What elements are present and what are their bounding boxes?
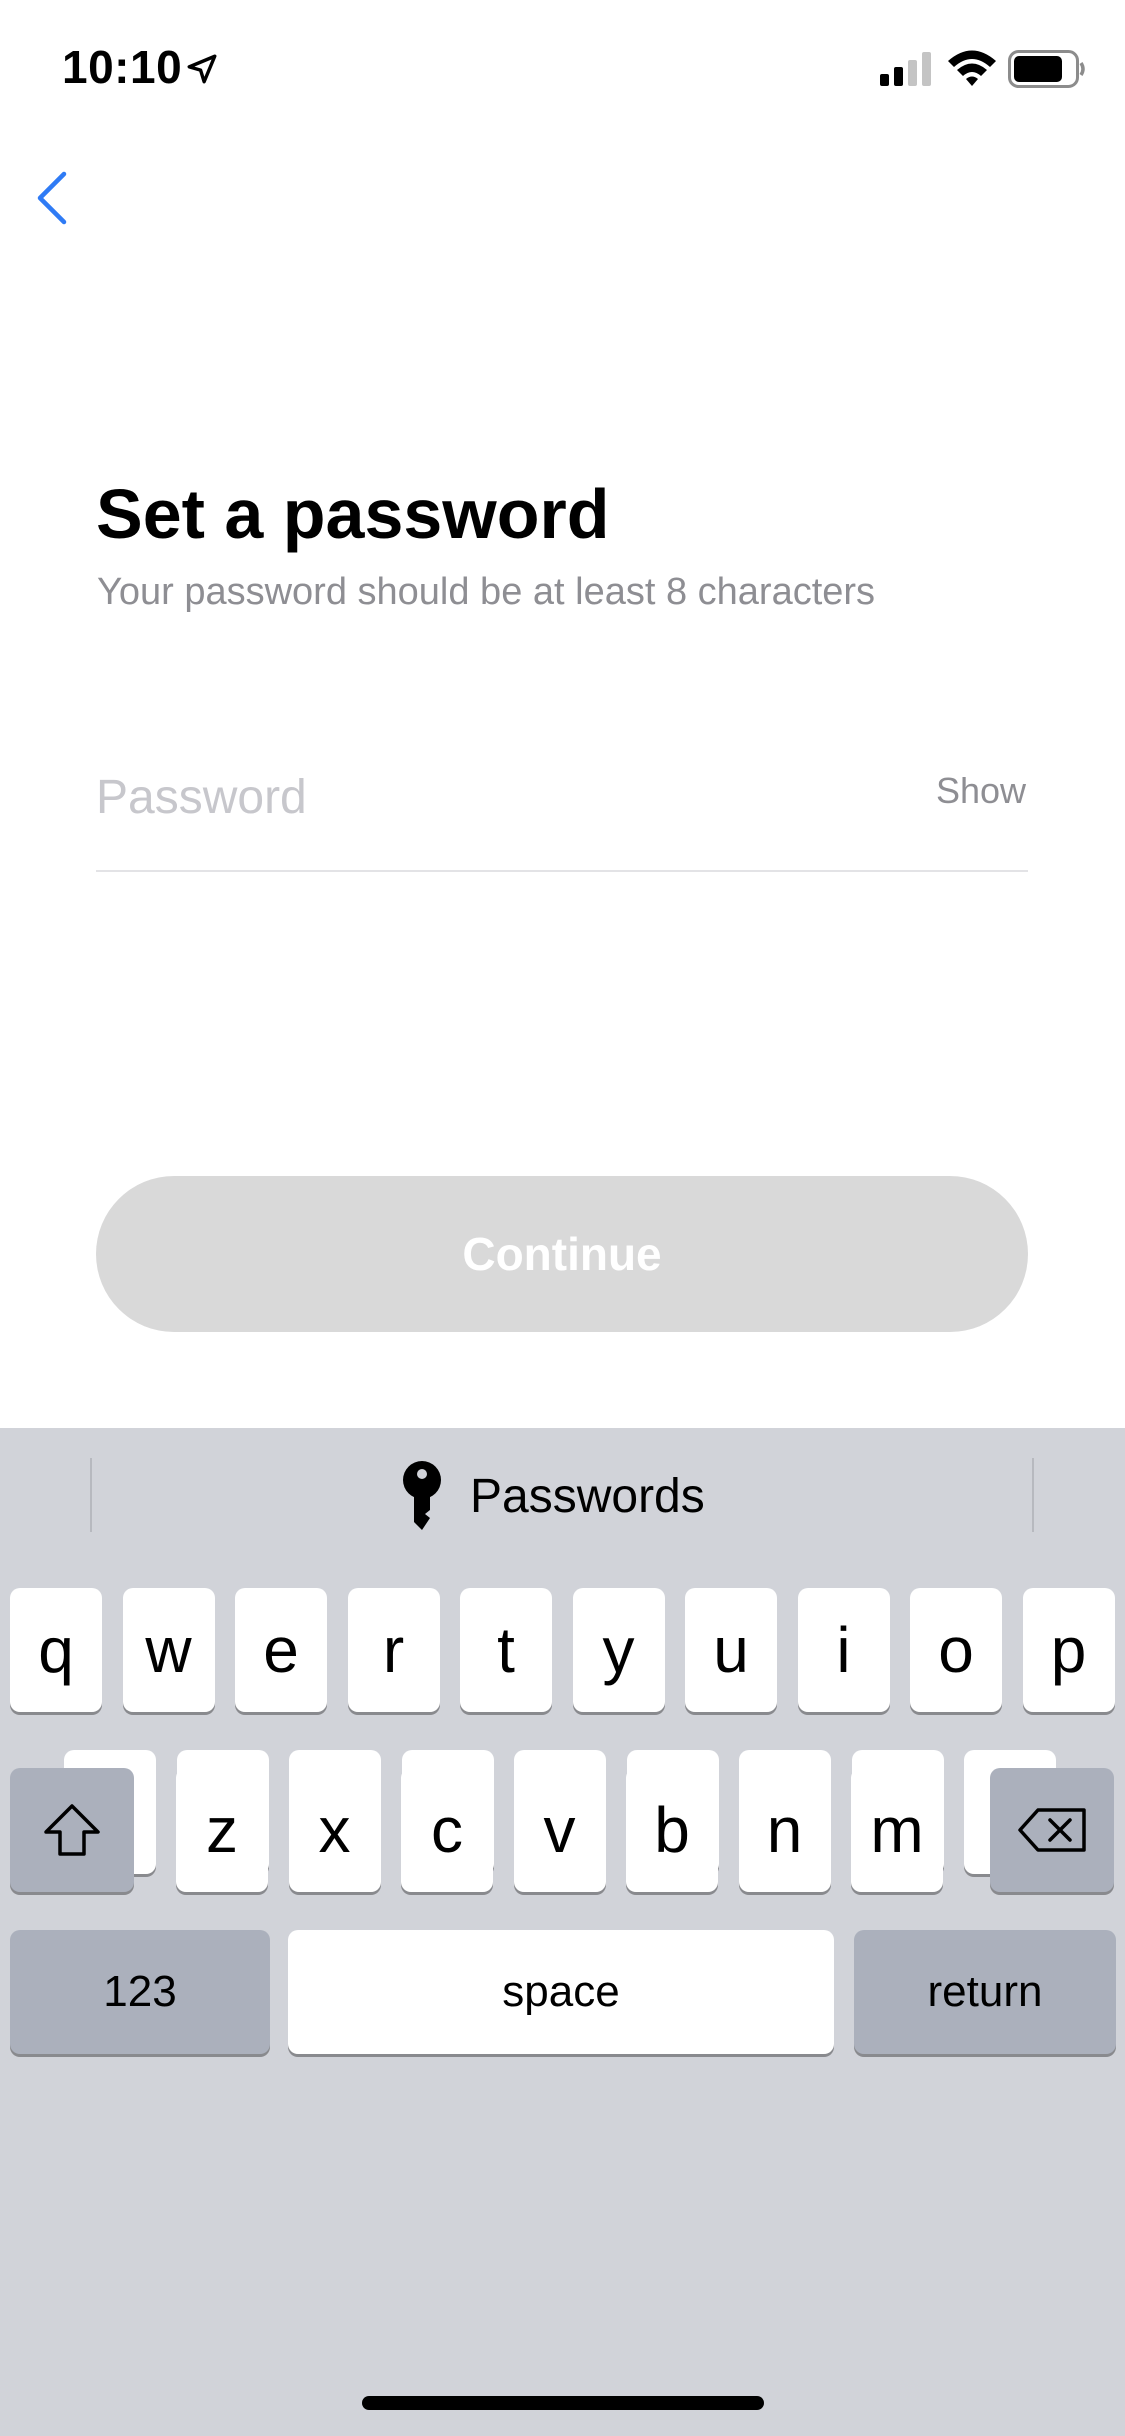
letter-key[interactable]: c	[401, 1768, 493, 1892]
shift-key[interactable]	[10, 1768, 134, 1892]
location-arrow-icon	[187, 54, 217, 84]
numbers-key[interactable]: 123	[10, 1930, 270, 2054]
key-icon	[403, 1461, 441, 1530]
letter-key[interactable]: q	[10, 1588, 102, 1712]
page-subtitle: Your password should be at least 8 chara…	[97, 571, 876, 613]
letter-key[interactable]: y	[572, 1588, 665, 1712]
letter-key[interactable]: t	[460, 1588, 552, 1712]
back-chevron-icon[interactable]	[28, 166, 78, 230]
letter-key[interactable]: v	[513, 1768, 606, 1892]
suggestion-divider	[90, 1458, 92, 1532]
backspace-icon	[1018, 1808, 1086, 1852]
letter-key[interactable]: b	[626, 1768, 718, 1892]
letter-key[interactable]: x	[288, 1768, 381, 1892]
wifi-icon	[948, 50, 996, 86]
passwords-suggestion-label: Passwords	[470, 1469, 705, 1523]
letter-key[interactable]: u	[685, 1588, 777, 1712]
space-key[interactable]: space	[288, 1930, 834, 2054]
letter-key[interactable]: z	[176, 1768, 268, 1892]
letter-key[interactable]: o	[910, 1588, 1002, 1712]
cellular-signal-icon	[880, 52, 931, 86]
status-time: 10:10	[62, 41, 183, 93]
password-input[interactable]	[96, 760, 896, 834]
keyboard: Passwords qwertyuiop asdfghjkl zxcvbnm 1…	[0, 1428, 1125, 2436]
letter-key[interactable]: p	[1022, 1588, 1115, 1712]
letter-key[interactable]: e	[235, 1588, 327, 1712]
letter-key[interactable]: r	[347, 1588, 440, 1712]
letter-key[interactable]: w	[122, 1588, 215, 1712]
show-password-toggle[interactable]: Show	[936, 770, 1026, 812]
suggestion-divider	[1032, 1458, 1034, 1532]
letter-key[interactable]: i	[797, 1588, 890, 1712]
page-title: Set a password	[96, 475, 610, 553]
shift-arrow-icon	[44, 1804, 100, 1856]
return-key[interactable]: return	[854, 1930, 1116, 2054]
continue-button[interactable]: Continue	[96, 1176, 1028, 1332]
passwords-suggestion-button[interactable]: Passwords	[400, 1458, 705, 1534]
home-indicator	[362, 2396, 764, 2410]
letter-key[interactable]: n	[738, 1768, 831, 1892]
battery-icon	[1008, 50, 1085, 88]
delete-key[interactable]	[990, 1768, 1114, 1892]
letter-key[interactable]: m	[851, 1768, 943, 1892]
password-field: Show	[96, 760, 1028, 872]
